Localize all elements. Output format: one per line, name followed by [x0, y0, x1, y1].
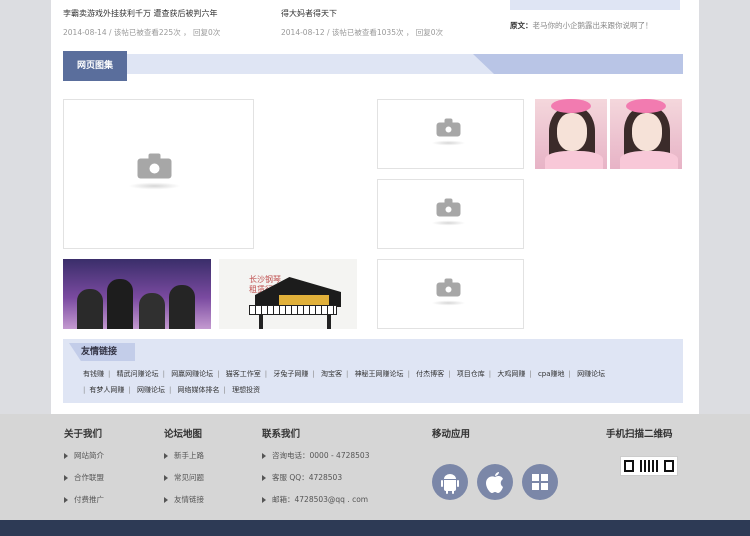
footer-link[interactable]: 付费推广	[64, 494, 104, 516]
gallery-title: 网页图集	[63, 51, 127, 81]
quote-label: 原文：	[510, 21, 533, 30]
friend-links: 友情链接 有钱赚 | 精武问赚论坛 | 网赢网赚论坛 | 猫客工作室 | 牙兔子网赚 | …	[63, 339, 683, 403]
links-row-1: 有钱赚 | 精武问赚论坛 | 网赢网赚论坛 | 猫客工作室 | 牙兔子网赚 | 淘宝客 | …	[83, 370, 606, 378]
camera-icon	[431, 198, 465, 226]
post-meta: 2014-08-12 / 该帖已被查看1035次 ， 回复0次	[281, 28, 444, 37]
gallery-photo[interactable]: 长沙钢琴 租赁行情	[219, 259, 357, 329]
windows-icon	[532, 474, 548, 490]
qr-code	[620, 456, 678, 476]
footer-contact-title: 联系我们	[262, 429, 301, 440]
quote-text[interactable]: 老马你的小企鹅露出来跟你说啊了！	[533, 21, 653, 30]
contact-phone: 咨询电话：0000 - 4728503	[262, 450, 369, 472]
footer-link[interactable]: 常见问题	[164, 472, 204, 494]
gallery-thumb[interactable]	[63, 99, 254, 249]
main-content: 孛霸卖游戏外挂获利千万 遭查获后被判六年 2014-08-14 / 该帖已被查看…	[51, 0, 699, 414]
gallery-thumb[interactable]	[377, 179, 524, 249]
gallery-photo[interactable]	[610, 99, 682, 169]
footer-bottom-bar	[0, 520, 750, 536]
friend-link[interactable]: 猫客工作室	[226, 370, 261, 378]
contact-email[interactable]: 邮箱：4728503@qq . com	[262, 494, 369, 516]
windows-app-button[interactable]	[522, 464, 558, 500]
footer-mobile: 移动应用	[432, 426, 470, 450]
quote-line: 原文：老马你的小企鹅露出来跟你说啊了！	[510, 20, 653, 31]
footer-link[interactable]: 新手上路	[164, 450, 204, 472]
gallery-header: 网页图集	[63, 51, 683, 81]
apple-icon	[486, 472, 503, 493]
friend-link[interactable]: 精武问赚论坛	[117, 370, 159, 378]
friend-link[interactable]: 有钱赚	[83, 370, 104, 378]
friend-link[interactable]: 网络媒体排名	[178, 386, 220, 394]
camera-icon	[128, 153, 180, 190]
footer-mobile-title: 移动应用	[432, 429, 471, 440]
camera-icon	[431, 118, 465, 146]
quote-bubble	[510, 0, 680, 10]
post-item[interactable]: 得大妈者得天下 2014-08-12 / 该帖已被查看1035次 ， 回复0次	[281, 8, 443, 38]
android-app-button[interactable]	[432, 464, 468, 500]
footer-qr-title: 手机扫描二维码	[606, 429, 673, 440]
gallery-photo[interactable]	[63, 259, 211, 329]
friend-link[interactable]: 牙兔子网赚	[273, 370, 308, 378]
friend-link[interactable]: 理想投资	[232, 386, 260, 394]
footer-about: 关于我们 网站简介 合作联盟 付费推广	[64, 426, 104, 516]
footer-link[interactable]: 友情链接	[164, 494, 204, 516]
friend-link[interactable]: 网赢网赚论坛	[171, 370, 213, 378]
friend-link[interactable]: 有梦人网赚	[89, 386, 124, 394]
friend-link[interactable]: 神秘王网赚论坛	[355, 370, 404, 378]
camera-icon	[431, 278, 465, 306]
post-item[interactable]: 孛霸卖游戏外挂获利千万 遭查获后被判六年 2014-08-14 / 该帖已被查看…	[63, 8, 220, 38]
friend-link[interactable]: 网赚论坛	[577, 370, 605, 378]
footer-link[interactable]: 网站简介	[64, 450, 104, 472]
friend-link[interactable]: 淘宝客	[321, 370, 342, 378]
friend-link[interactable]: 网赚论坛	[137, 386, 165, 394]
post-meta: 2014-08-14 / 该帖已被查看225次 ， 回复0次	[63, 28, 221, 37]
footer-contact: 联系我们 咨询电话：0000 - 4728503 客服 QQ：4728503 邮…	[262, 426, 369, 516]
gallery-thumb[interactable]	[377, 99, 524, 169]
footer-map: 论坛地图 新手上路 常见问题 友情链接	[164, 426, 204, 516]
android-icon	[441, 474, 459, 494]
ios-app-button[interactable]	[477, 464, 513, 500]
footer-link[interactable]: 合作联盟	[64, 472, 104, 494]
friend-link[interactable]: 大鸡网赚	[497, 370, 525, 378]
post-title[interactable]: 得大妈者得天下	[281, 8, 443, 19]
gallery-thumb[interactable]	[377, 259, 524, 329]
post-title[interactable]: 孛霸卖游戏外挂获利千万 遭查获后被判六年	[63, 8, 220, 19]
footer-about-title: 关于我们	[64, 429, 103, 440]
contact-qq: 客服 QQ：4728503	[262, 472, 369, 494]
friend-link[interactable]: 项目仓库	[457, 370, 485, 378]
friend-links-title: 友情链接	[69, 343, 135, 361]
friend-link[interactable]: cpa赚地	[538, 370, 565, 378]
footer-map-title: 论坛地图	[164, 429, 203, 440]
gallery-photo[interactable]	[535, 99, 607, 169]
footer-qr: 手机扫描二维码	[606, 426, 673, 450]
friend-link[interactable]: 付杰博客	[416, 370, 444, 378]
header-decor	[473, 54, 683, 74]
links-row-2: | 有梦人网赚 | 网赚论坛 | 网络媒体排名 | 理想投资	[83, 386, 261, 394]
